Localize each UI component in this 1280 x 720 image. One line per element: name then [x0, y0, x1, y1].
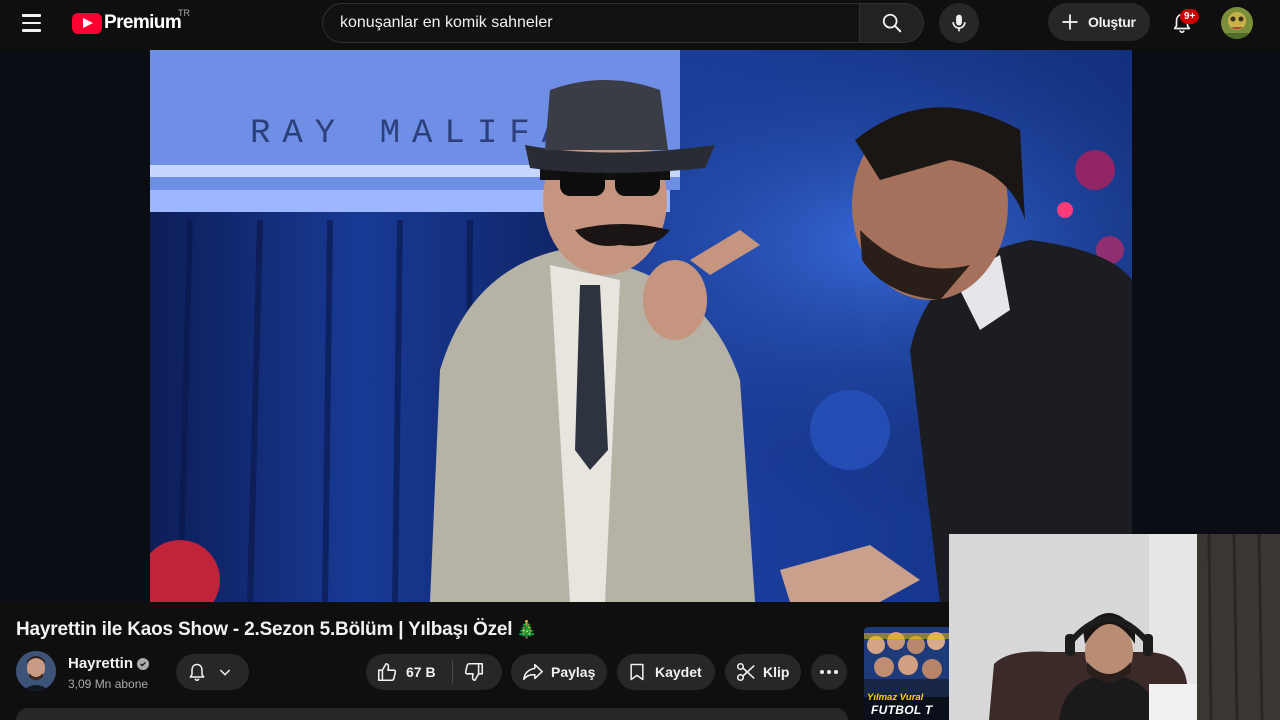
thumbs-down-icon: [464, 662, 484, 682]
related-video-name: Yılmaz Vural: [867, 692, 924, 703]
create-label: Oluştur: [1088, 14, 1136, 30]
like-divider: [452, 661, 453, 683]
menu-icon[interactable]: [22, 11, 50, 35]
channel-name[interactable]: Hayrettin: [68, 655, 150, 672]
channel-avatar-image: [16, 651, 56, 691]
channel-name-text: Hayrettin: [68, 655, 134, 672]
tree-emoji: 🎄: [516, 620, 538, 639]
backdrop-sign-text: RAY MALIFA: [250, 115, 574, 153]
bookmark-icon: [630, 663, 644, 681]
more-icon: [820, 670, 838, 674]
description-box[interactable]: [16, 708, 848, 720]
notification-badge: 9+: [1180, 9, 1200, 24]
avatar-image: [1221, 7, 1253, 39]
video-title: Hayrettin ile Kaos Show - 2.Sezon 5.Bölü…: [16, 619, 538, 641]
dislike-button[interactable]: [463, 661, 485, 686]
webcam-image: [949, 534, 1280, 720]
scissors-icon: [736, 662, 755, 682]
webcam-overlay: [949, 534, 1280, 720]
search-box: [322, 3, 860, 43]
country-code: TR: [178, 8, 190, 18]
save-button[interactable]: Kaydet: [617, 654, 715, 690]
top-bar: Premium TR Oluştur 9+: [0, 0, 1280, 46]
subscription-bell-button[interactable]: [176, 654, 249, 690]
related-video-title: FUTBOL T: [871, 703, 933, 717]
share-label: Paylaş: [551, 664, 596, 680]
thumbs-up-icon: [377, 662, 397, 682]
bell-icon: [189, 663, 205, 682]
search-icon: [882, 13, 901, 33]
share-button[interactable]: Paylaş: [511, 654, 607, 690]
logo-text: Premium: [104, 12, 182, 33]
mic-icon: [952, 14, 966, 32]
video-player[interactable]: RAY MALIFA: [150, 50, 1132, 602]
youtube-logo-icon: [72, 12, 102, 34]
like-count: 67 B: [406, 664, 436, 680]
like-button[interactable]: 67 B: [366, 654, 502, 690]
subscriber-count: 3,09 Mn abone: [68, 677, 149, 691]
search-button[interactable]: [860, 3, 924, 43]
account-avatar[interactable]: [1221, 7, 1253, 39]
video-title-text: Hayrettin ile Kaos Show - 2.Sezon 5.Bölü…: [16, 619, 513, 640]
verified-icon: [137, 657, 150, 670]
create-button[interactable]: Oluştur: [1048, 3, 1150, 41]
video-frame: RAY MALIFA: [150, 50, 1132, 602]
clip-button[interactable]: Klip: [725, 654, 801, 690]
share-icon: [523, 663, 543, 681]
voice-search-button[interactable]: [939, 3, 979, 43]
youtube-premium-logo[interactable]: Premium: [72, 10, 182, 36]
plus-icon: [1062, 14, 1078, 30]
search-input[interactable]: [323, 4, 859, 42]
channel-avatar[interactable]: [16, 651, 56, 691]
clip-label: Klip: [763, 664, 790, 680]
chevron-down-icon: [219, 669, 231, 676]
more-actions-button[interactable]: [811, 654, 847, 690]
save-label: Kaydet: [655, 664, 702, 680]
